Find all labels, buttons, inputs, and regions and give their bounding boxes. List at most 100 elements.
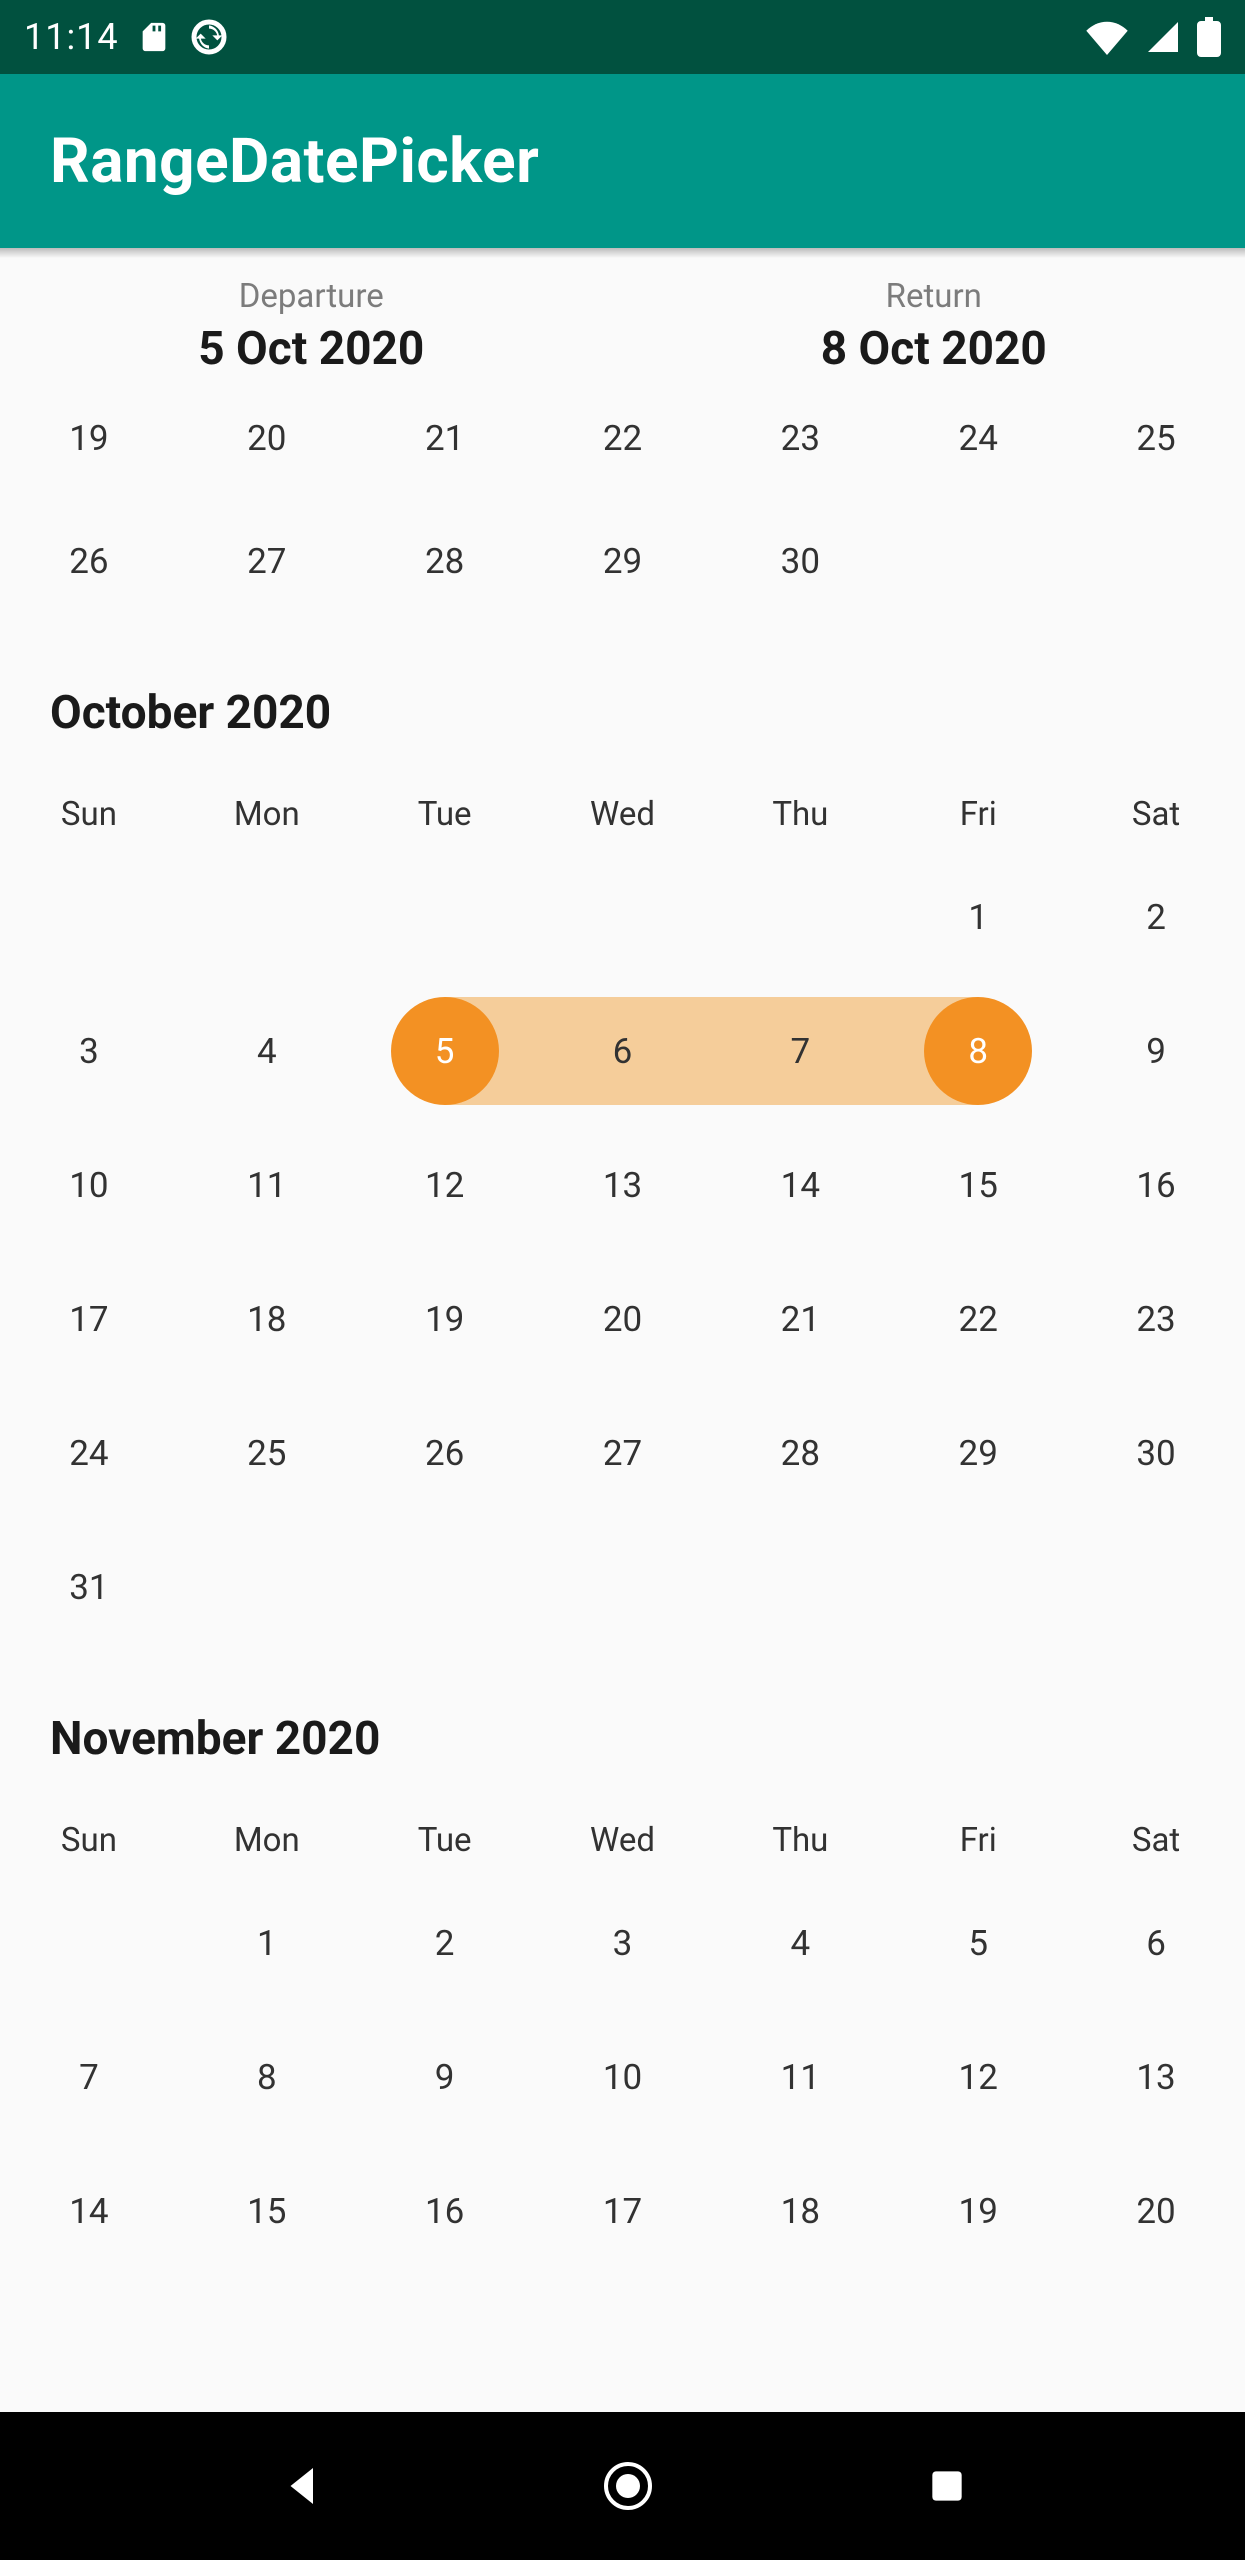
november-body: 1234567891011121314151617181920 — [0, 1876, 1245, 2278]
calendar-day[interactable]: 19 — [0, 404, 178, 494]
calendar-day[interactable]: 13 — [1067, 2010, 1245, 2144]
partial-month-row-b: 2627282930 — [0, 494, 1245, 628]
calendar-day[interactable]: 21 — [356, 404, 534, 494]
calendar-empty — [534, 1520, 712, 1654]
weekday-label: Tue — [356, 778, 534, 850]
weekday-label: Sat — [1067, 1804, 1245, 1876]
calendar-day[interactable]: 16 — [356, 2144, 534, 2278]
calendar-day[interactable]: 7 — [711, 984, 889, 1118]
calendar-day[interactable]: 2 — [1067, 850, 1245, 984]
calendar-day[interactable]: 9 — [1067, 984, 1245, 1118]
calendar-day[interactable]: 25 — [1067, 404, 1245, 494]
calendar-day[interactable]: 18 — [711, 2144, 889, 2278]
calendar-day[interactable]: 26 — [0, 494, 178, 628]
calendar-day[interactable]: 5 — [356, 984, 534, 1118]
calendar-day[interactable]: 10 — [0, 1118, 178, 1252]
calendar-day[interactable]: 8 — [178, 2010, 356, 2144]
calendar-day[interactable]: 13 — [534, 1118, 712, 1252]
cell-signal-icon — [1143, 19, 1183, 55]
calendar-day[interactable]: 20 — [178, 404, 356, 494]
calendar-day[interactable]: 26 — [356, 1386, 534, 1520]
home-button[interactable] — [604, 2462, 652, 2510]
calendar-day[interactable]: 20 — [534, 1252, 712, 1386]
calendar-day[interactable]: 29 — [889, 1386, 1067, 1520]
calendar-day[interactable]: 5 — [889, 1876, 1067, 2010]
calendar-day[interactable]: 15 — [889, 1118, 1067, 1252]
calendar-day[interactable]: 28 — [356, 494, 534, 628]
calendar-day[interactable]: 22 — [889, 1252, 1067, 1386]
recents-button[interactable] — [925, 2464, 969, 2508]
calendar-day[interactable]: 21 — [711, 1252, 889, 1386]
return-value: 8 Oct 2020 — [821, 322, 1047, 376]
departure-value: 5 Oct 2020 — [198, 322, 424, 376]
calendar-empty — [356, 1520, 534, 1654]
calendar-day[interactable]: 17 — [0, 1252, 178, 1386]
calendar-day[interactable]: 27 — [534, 1386, 712, 1520]
calendar-row: 24252627282930 — [0, 1386, 1245, 1520]
calendar-day[interactable]: 20 — [1067, 2144, 1245, 2278]
calendar-day[interactable]: 30 — [711, 494, 889, 628]
calendar-day[interactable]: 19 — [356, 1252, 534, 1386]
back-button[interactable] — [277, 2459, 331, 2513]
calendar-day[interactable]: 6 — [1067, 1876, 1245, 2010]
calendar-day[interactable]: 28 — [711, 1386, 889, 1520]
status-right — [1085, 17, 1221, 57]
calendar-day[interactable]: 9 — [356, 2010, 534, 2144]
calendar-day[interactable]: 6 — [534, 984, 712, 1118]
calendar-day[interactable]: 16 — [1067, 1118, 1245, 1252]
weekdays-october: SunMonTueWedThuFriSat — [0, 778, 1245, 850]
calendar-day[interactable]: 17 — [534, 2144, 712, 2278]
calendar-day[interactable]: 27 — [178, 494, 356, 628]
calendar-day[interactable]: 14 — [0, 2144, 178, 2278]
calendar-day[interactable]: 24 — [889, 404, 1067, 494]
calendar-scroll[interactable]: 19202122232425 2627282930 October 2020 S… — [0, 404, 1245, 2412]
calendar-day[interactable]: 24 — [0, 1386, 178, 1520]
calendar-day[interactable]: 29 — [534, 494, 712, 628]
weekday-label: Wed — [534, 778, 712, 850]
calendar-day[interactable]: 18 — [178, 1252, 356, 1386]
calendar-day[interactable]: 4 — [711, 1876, 889, 2010]
calendar-day[interactable]: 11 — [711, 2010, 889, 2144]
calendar-empty — [889, 494, 1067, 628]
calendar-day[interactable]: 31 — [0, 1520, 178, 1654]
calendar-day[interactable]: 11 — [178, 1118, 356, 1252]
calendar-row: 3456789 — [0, 984, 1245, 1118]
date-summary: Departure 5 Oct 2020 Return 8 Oct 2020 — [0, 248, 1245, 404]
departure-block[interactable]: Departure 5 Oct 2020 — [0, 248, 623, 404]
calendar-day[interactable]: 23 — [1067, 1252, 1245, 1386]
calendar-day[interactable]: 7 — [0, 2010, 178, 2144]
calendar-day[interactable]: 10 — [534, 2010, 712, 2144]
calendar-day[interactable]: 3 — [0, 984, 178, 1118]
calendar-row: 12 — [0, 850, 1245, 984]
calendar-row: 14151617181920 — [0, 2144, 1245, 2278]
weekday-label: Tue — [356, 1804, 534, 1876]
weekday-label: Mon — [178, 1804, 356, 1876]
calendar-empty — [711, 850, 889, 984]
calendar-day[interactable]: 15 — [178, 2144, 356, 2278]
partial-month-row-a: 19202122232425 — [0, 404, 1245, 494]
calendar-day[interactable]: 22 — [534, 404, 712, 494]
calendar-day[interactable]: 3 — [534, 1876, 712, 2010]
calendar-row: 10111213141516 — [0, 1118, 1245, 1252]
calendar-day[interactable]: 2 — [356, 1876, 534, 2010]
calendar-day[interactable]: 23 — [711, 404, 889, 494]
calendar-day[interactable]: 19 — [889, 2144, 1067, 2278]
calendar-day[interactable]: 1 — [178, 1876, 356, 2010]
calendar-day[interactable]: 14 — [711, 1118, 889, 1252]
weekday-label: Fri — [889, 1804, 1067, 1876]
sd-card-icon — [137, 17, 171, 57]
calendar-day[interactable]: 12 — [889, 2010, 1067, 2144]
calendar-day[interactable]: 30 — [1067, 1386, 1245, 1520]
weekday-label: Sun — [0, 1804, 178, 1876]
calendar-empty — [0, 1876, 178, 2010]
calendar-day[interactable]: 1 — [889, 850, 1067, 984]
calendar-empty — [356, 850, 534, 984]
calendar-day[interactable]: 8 — [889, 984, 1067, 1118]
wifi-icon — [1085, 19, 1129, 55]
return-block[interactable]: Return 8 Oct 2020 — [623, 248, 1245, 404]
return-label: Return — [886, 277, 982, 316]
calendar-day[interactable]: 12 — [356, 1118, 534, 1252]
calendar-day[interactable]: 25 — [178, 1386, 356, 1520]
weekdays-november: SunMonTueWedThuFriSat — [0, 1804, 1245, 1876]
calendar-day[interactable]: 4 — [178, 984, 356, 1118]
